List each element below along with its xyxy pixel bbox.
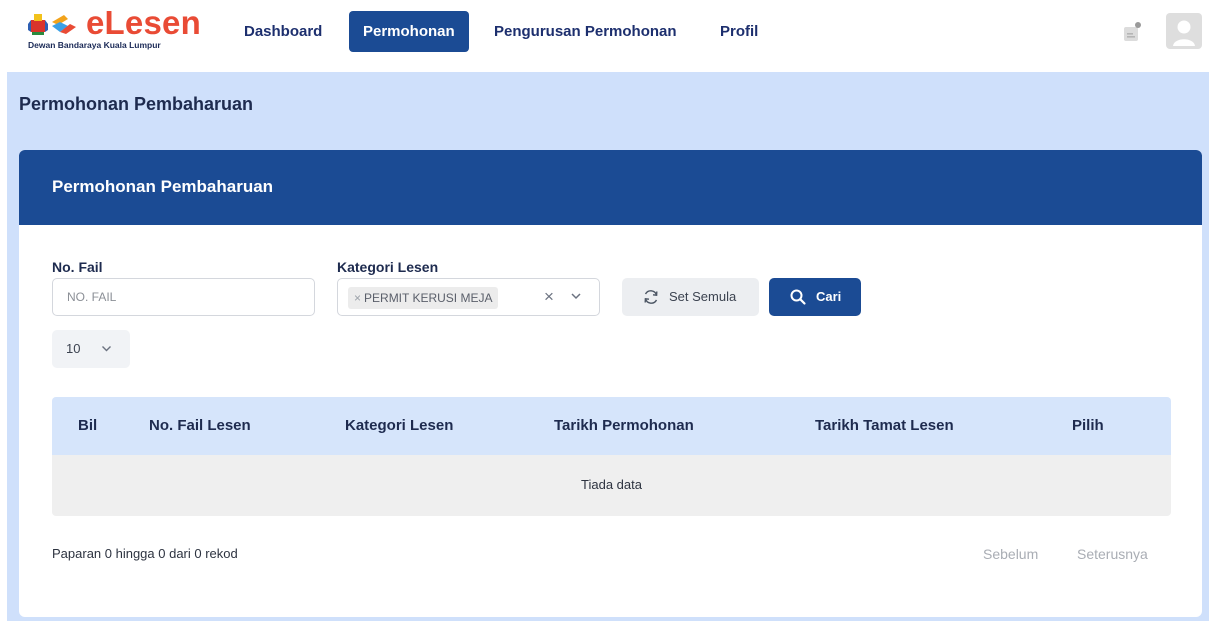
nav-item-profil[interactable]: Profil (706, 11, 772, 52)
card-header: Permohonan Pembaharuan (19, 150, 1202, 225)
column-header-tarikh-tamat-lesen: Tarikh Tamat Lesen (815, 417, 954, 434)
user-avatar-icon[interactable] (1166, 13, 1202, 49)
reset-button-label: Set Semula (669, 289, 737, 304)
notification-icon[interactable] (1122, 21, 1142, 43)
app-logo[interactable]: eLesen Dewan Bandaraya Kuala Lumpur (28, 4, 208, 52)
reset-button[interactable]: Set Semula (622, 278, 759, 316)
search-button[interactable]: Cari (769, 278, 861, 316)
column-header-bil: Bil (78, 417, 98, 434)
selected-tag-label: PERMIT KERUSI MEJA (364, 291, 493, 305)
results-table: Bil No. Fail Lesen Kategori Lesen Tarikh… (52, 397, 1171, 516)
logo-subtitle: Dewan Bandaraya Kuala Lumpur (28, 40, 161, 50)
page-size-value: 10 (66, 341, 81, 356)
empty-state-text: Tiada data (581, 477, 642, 492)
chevron-down-icon[interactable] (569, 289, 583, 303)
no-fail-label: No. Fail (52, 259, 103, 275)
table-header: Bil No. Fail Lesen Kategori Lesen Tarikh… (52, 397, 1171, 455)
logo-emblem-icon (28, 14, 76, 35)
page-title: Permohonan Pembaharuan (19, 94, 254, 114)
logo-wordmark: eLesen (86, 4, 201, 41)
tag-remove-icon[interactable]: × (354, 291, 361, 305)
card-title: Permohonan Pembaharuan (52, 177, 274, 196)
kategori-lesen-select[interactable]: × PERMIT KERUSI MEJA × (337, 278, 600, 316)
nav-item-dashboard[interactable]: Dashboard (230, 11, 336, 52)
nav-item-pengurusan-permohonan[interactable]: Pengurusan Permohonan (480, 11, 691, 52)
pagination-info: Paparan 0 hingga 0 dari 0 rekod (52, 546, 238, 561)
chevron-down-icon (102, 346, 111, 352)
refresh-icon (644, 290, 658, 304)
search-button-label: Cari (816, 289, 842, 304)
previous-page-button[interactable]: Sebelum (983, 546, 1038, 562)
selected-tag: × PERMIT KERUSI MEJA (348, 287, 499, 309)
renewal-card: Permohonan Pembaharuan No. Fail Kategori… (19, 150, 1202, 617)
kategori-lesen-label: Kategori Lesen (337, 259, 439, 275)
nav-item-permohonan[interactable]: Permohonan (349, 11, 469, 52)
search-icon (790, 289, 806, 305)
clear-selection-icon[interactable]: × (544, 288, 554, 306)
column-header-no-fail-lesen: No. Fail Lesen (149, 417, 251, 434)
no-fail-input[interactable] (52, 278, 315, 316)
column-header-pilih: Pilih (1072, 417, 1104, 434)
next-page-button[interactable]: Seterusnya (1077, 546, 1148, 562)
table-body: Tiada data (52, 455, 1171, 516)
column-header-kategori-lesen: Kategori Lesen (345, 417, 454, 434)
column-header-tarikh-permohonan: Tarikh Permohonan (554, 417, 694, 434)
top-navbar: eLesen Dewan Bandaraya Kuala Lumpur Dash… (0, 0, 1209, 72)
page-size-select[interactable]: 10 (52, 330, 130, 368)
